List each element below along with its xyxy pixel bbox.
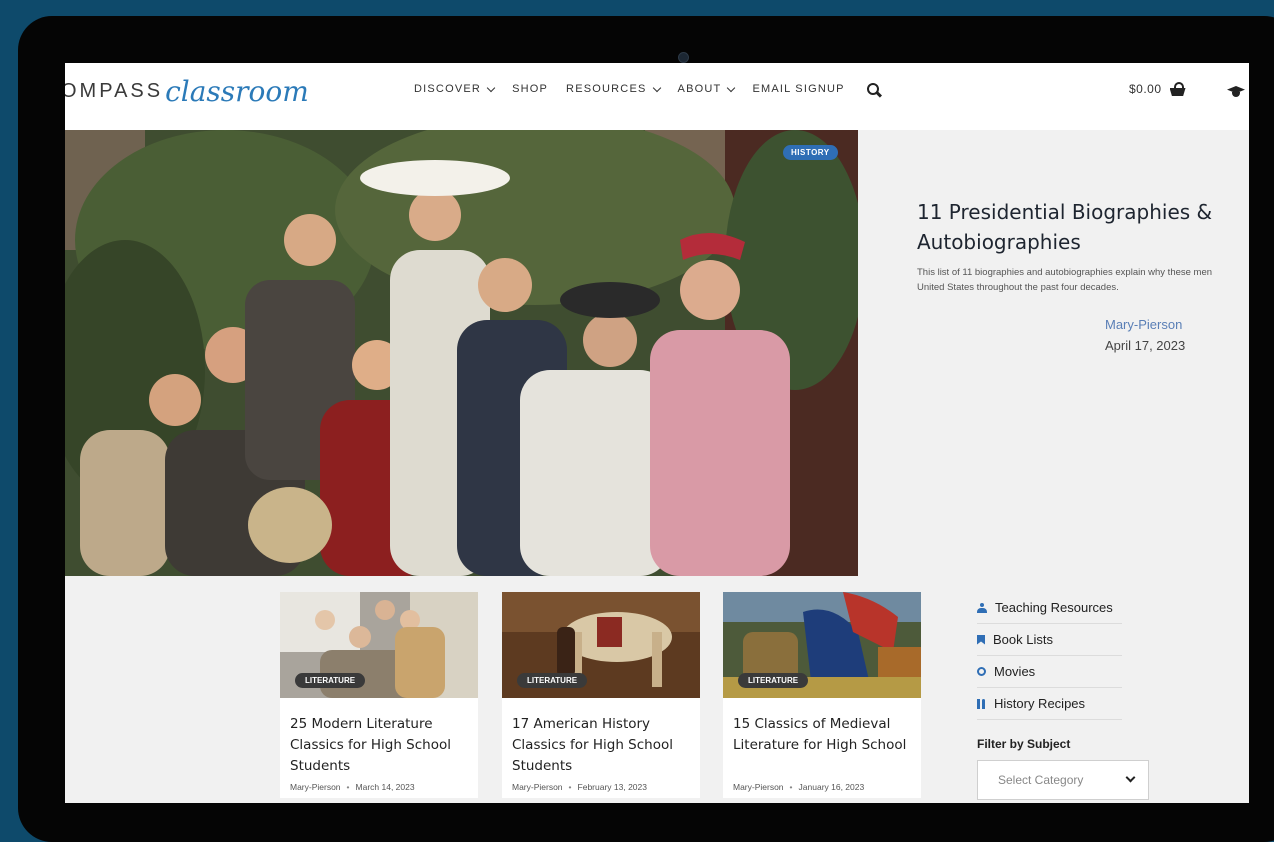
card-date: March 14, 2023 [355, 782, 415, 792]
nav-shop[interactable]: SHOP [512, 83, 548, 95]
sidebar: Teaching Resources Book Lists Movies His… [977, 592, 1149, 800]
featured-excerpt: This list of 11 biographies and autobiog… [917, 267, 1213, 293]
category-select-value: Select Category [998, 773, 1084, 787]
nav-discover-label: DISCOVER [414, 83, 482, 95]
sidebar-item-label: Book Lists [993, 632, 1053, 647]
category-badge[interactable]: LITERATURE [517, 673, 588, 688]
hero-image[interactable]: HISTORY [65, 130, 858, 576]
card-image[interactable]: LITERATURE [723, 592, 921, 698]
site-logo[interactable]: OMPASSclassroom [65, 75, 309, 115]
sidebar-item-movies[interactable]: Movies [977, 656, 1122, 688]
graduation-cap-icon[interactable] [1227, 86, 1245, 98]
chevron-down-icon [727, 83, 736, 92]
site-header: OMPASSclassroom DISCOVER SHOP RESOURCES … [65, 63, 1249, 130]
card-author[interactable]: Mary-Pierson [733, 782, 784, 792]
logo-compass-text: OMPASS [65, 80, 164, 102]
sidebar-item-label: Teaching Resources [995, 600, 1113, 615]
movie-icon [977, 667, 986, 676]
utensils-icon [977, 698, 986, 709]
basket-icon [1169, 82, 1186, 96]
category-badge[interactable]: LITERATURE [738, 673, 809, 688]
card-meta: Mary-Pierson • February 13, 2023 [512, 782, 647, 792]
browser-viewport: OMPASSclassroom DISCOVER SHOP RESOURCES … [65, 63, 1249, 803]
people-icon [977, 602, 987, 613]
search-icon[interactable] [866, 83, 882, 98]
sidebar-item-teaching-resources[interactable]: Teaching Resources [977, 592, 1122, 624]
article-card[interactable]: LITERATURE 17 American History Classics … [502, 592, 700, 798]
card-date: February 13, 2023 [577, 782, 647, 792]
category-badge[interactable]: LITERATURE [295, 673, 366, 688]
featured-article: 11 Presidential Biographies & Autobiogra… [917, 197, 1249, 353]
card-meta: Mary-Pierson • January 16, 2023 [733, 782, 865, 792]
card-body: 17 American History Classics for High Sc… [502, 698, 700, 798]
card-image[interactable]: LITERATURE [280, 592, 478, 698]
featured-date: April 17, 2023 [1105, 338, 1186, 353]
card-image[interactable]: LITERATURE [502, 592, 700, 698]
article-card[interactable]: LITERATURE 25 Modern Literature Classics… [280, 592, 478, 798]
nav-resources[interactable]: RESOURCES [566, 83, 661, 95]
card-author[interactable]: Mary-Pierson [512, 782, 563, 792]
card-title[interactable]: 17 American History Classics for High Sc… [512, 714, 692, 777]
card-date: January 16, 2023 [798, 782, 865, 792]
cart-total: $0.00 [1129, 82, 1162, 96]
chevron-down-icon [486, 83, 496, 92]
card-body: 25 Modern Literature Classics for High S… [280, 698, 478, 798]
card-body: 15 Classics of Medieval Literature for H… [723, 698, 921, 798]
sidebar-item-history-recipes[interactable]: History Recipes [977, 688, 1122, 720]
nav-discover[interactable]: DISCOVER [414, 83, 496, 95]
hero-photo-illustration [65, 130, 858, 576]
nav-resources-label: RESOURCES [566, 83, 647, 95]
card-title[interactable]: 25 Modern Literature Classics for High S… [290, 714, 470, 777]
featured-title[interactable]: 11 Presidential Biographies & Autobiogra… [917, 197, 1249, 257]
filter-title: Filter by Subject [977, 737, 1071, 751]
card-author[interactable]: Mary-Pierson [290, 782, 341, 792]
sidebar-item-book-lists[interactable]: Book Lists [977, 624, 1122, 656]
nav-about[interactable]: ABOUT [677, 83, 736, 95]
nav-about-label: ABOUT [677, 83, 722, 95]
article-card[interactable]: LITERATURE 15 Classics of Medieval Liter… [723, 592, 921, 798]
sidebar-item-label: History Recipes [994, 696, 1086, 711]
card-title[interactable]: 15 Classics of Medieval Literature for H… [733, 714, 913, 756]
chevron-down-icon [652, 83, 661, 92]
category-badge[interactable]: HISTORY [783, 145, 838, 160]
camera-dot [678, 52, 689, 63]
nav-email-signup-label: EMAIL SIGNUP [752, 83, 845, 95]
nav-shop-label: SHOP [512, 83, 549, 95]
cart-button[interactable]: $0.00 [1129, 82, 1186, 96]
main-nav: DISCOVER SHOP RESOURCES ABOUT EMAIL SIGN… [414, 83, 882, 98]
logo-classroom-text: classroom [165, 75, 309, 108]
bookmark-icon [977, 634, 985, 645]
nav-email-signup[interactable]: EMAIL SIGNUP [752, 83, 844, 95]
sidebar-item-label: Movies [994, 664, 1036, 679]
category-select[interactable]: Select Category [977, 760, 1149, 800]
chevron-down-icon [1125, 772, 1136, 783]
card-meta: Mary-Pierson • March 14, 2023 [290, 782, 415, 792]
featured-author-link[interactable]: Mary-Pierson [1105, 317, 1182, 332]
